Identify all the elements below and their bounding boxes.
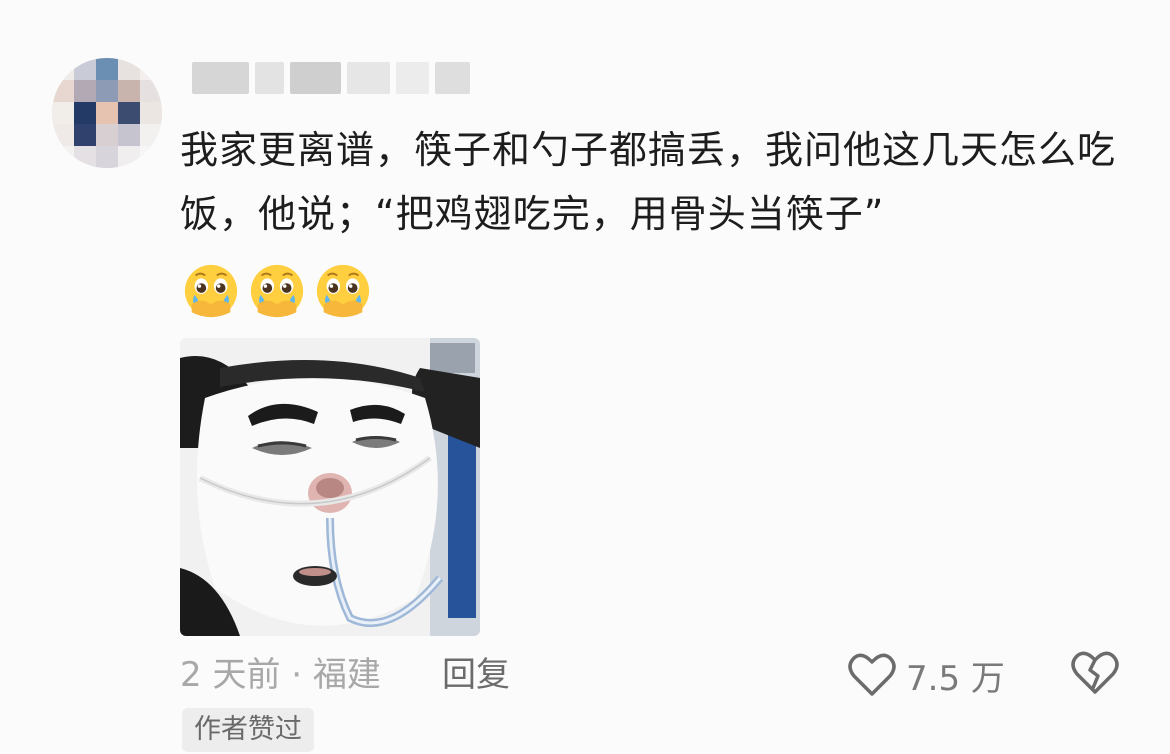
reply-button[interactable]: 回复: [442, 650, 510, 700]
author-liked-badge: 作者赞过: [182, 708, 314, 752]
comment-item: 我家更离谱，筷子和勺子都搞丢，我问他这几天怎么吃饭，他说；“把鸡翅吃完，用骨头当…: [0, 0, 1170, 754]
username-blurred[interactable]: [192, 60, 470, 96]
panda-meme-sticker[interactable]: [180, 338, 480, 636]
dislike-button[interactable]: [1070, 648, 1120, 698]
avatar[interactable]: [52, 58, 162, 168]
like-count: 7.5 万: [906, 658, 1005, 699]
comment-text: 我家更离谱，筷子和勺子都搞丢，我问他这几天怎么吃饭，他说；“把鸡翅吃完，用骨头当…: [180, 128, 1117, 236]
crying-face-emoji: [250, 264, 304, 318]
broken-heart-icon: [1071, 651, 1119, 694]
like-button[interactable]: 7.5 万: [848, 648, 1005, 702]
comment-time-location: 2 天前 · 福建: [180, 655, 381, 695]
emoji-row: [182, 262, 372, 320]
crying-face-emoji: [184, 264, 238, 318]
heart-outline-icon: [848, 653, 896, 696]
crying-face-emoji: [316, 264, 370, 318]
panda-sticker-image: [180, 338, 480, 636]
